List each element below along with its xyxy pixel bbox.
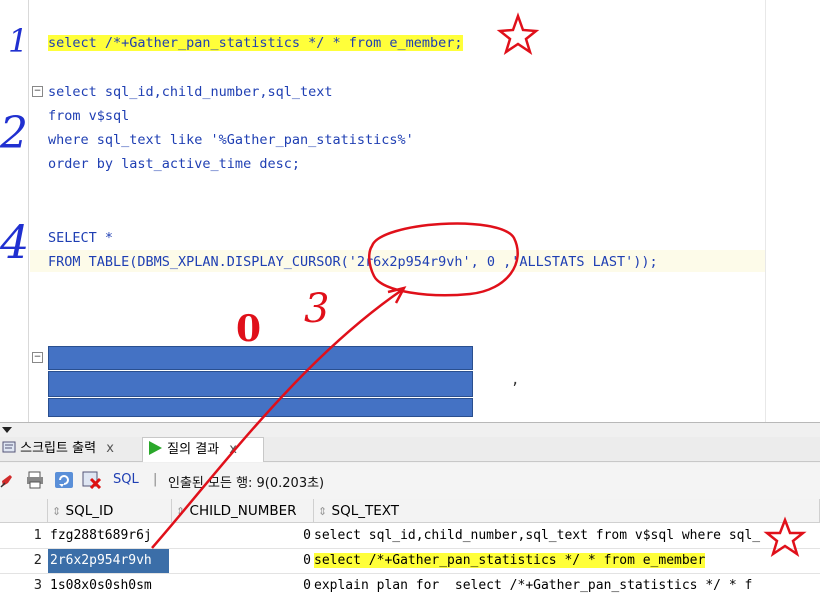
column-header-sql-text[interactable]: ⇕ SQL_TEXT [314,499,820,523]
row-divider [0,573,820,574]
collapse-icon[interactable] [0,425,24,435]
cell-sql-id[interactable]: 1s08x0s0sh0sm [48,573,172,598]
code-line-2[interactable]: select sql_id,child_number,sql_text [48,83,332,101]
column-header-child-number[interactable]: ⇕ CHILD_NUMBER [172,499,314,523]
redacted-bar-3 [48,398,473,417]
gutter-divider [28,0,29,422]
code-line-1[interactable]: select /*+Gather_pan_statistics */ * fro… [48,34,463,52]
cell-sql-text[interactable]: select /*+Gather_pan_statistics */ * fro… [314,548,820,573]
annotation-number-1: 1 [8,22,29,60]
output-panel: 스크립트 출력 x 질의 결과 x SQL | 인출된 모든 행: 9(0.20… [0,422,820,593]
sql-id-literal: '2r6x2p954r9vh' [348,254,471,270]
column-header-label: SQL_ID [65,503,114,519]
close-icon[interactable]: x [229,442,237,457]
panel-tabs: 스크립트 출력 x 질의 결과 x [0,437,820,462]
tab-query-result[interactable]: 질의 결과 x [142,437,264,462]
right-margin-line [765,0,766,422]
annotation-number-2: 2 [0,108,28,159]
result-grid[interactable]: ⇕ SQL_ID ⇕ CHILD_NUMBER ⇕ SQL_TEXT 1 fzg… [0,499,820,593]
redacted-bar-2 [48,371,473,397]
sort-icon: ⇕ [318,505,328,518]
cell-sql-text[interactable]: select sql_id,child_number,sql_text from… [314,523,820,548]
column-header-label: CHILD_NUMBER [189,503,297,519]
annotation-number-4: 4 [0,215,30,269]
sort-icon: ⇕ [52,505,62,518]
stray-comma: , [511,372,520,388]
code-line-7[interactable]: FROM TABLE(DBMS_XPLAN.DISPLAY_CURSOR('2r… [48,253,658,271]
sort-icon: ⇕ [176,505,186,518]
close-icon[interactable]: x [106,441,114,456]
fold-toggle-icon[interactable]: − [32,86,43,97]
highlighted-sql-text: select /*+Gather_pan_statistics */ * fro… [314,553,706,568]
pin-icon[interactable] [0,473,14,489]
cell-sql-text[interactable]: explain plan for select /*+Gather_pan_st… [314,573,820,598]
annotation-number-3: 3 [304,286,330,332]
run-icon [149,441,162,455]
sql-button[interactable]: SQL [113,472,139,487]
refresh-icon[interactable] [54,471,74,489]
cell-child-number[interactable]: 0 [172,523,314,548]
print-icon[interactable] [26,471,44,489]
code-fragment-from: FROM TABLE(DBMS_XPLAN.DISPLAY_CURSOR( [48,254,349,270]
code-line-6[interactable]: SELECT * [48,229,113,247]
column-header-label: SQL_TEXT [331,503,400,519]
cell-child-number[interactable]: 0 [172,573,314,598]
row-divider [0,548,820,549]
annotation-number-0: 0 [236,308,262,350]
fold-toggle-icon-2[interactable]: − [32,352,43,363]
cell-sql-id[interactable]: fzg288t689r6j [48,523,172,548]
result-toolbar: SQL | 인출된 모든 행: 9(0.203초) [0,463,820,499]
script-output-icon [2,441,16,453]
code-line-4[interactable]: where sql_text like '%Gather_pan_statist… [48,131,414,149]
cancel-query-icon[interactable] [82,471,102,489]
cell-child-number[interactable]: 0 [172,548,314,573]
row-number: 3 [33,578,42,593]
code-line-3[interactable]: from v$sql [48,107,129,125]
cell-sql-id-selected[interactable]: 2r6x2p954r9vh [48,549,169,573]
column-header-sql-id[interactable]: ⇕ SQL_ID [48,499,172,523]
highlighted-query: select /*+Gather_pan_statistics */ * fro… [48,35,463,51]
row-number-header [0,499,48,523]
tab-script-output[interactable]: 스크립트 출력 x [0,437,146,461]
tab-query-result-label: 질의 결과 [167,442,220,457]
sql-editor[interactable]: 1 2 4 select /*+Gather_pan_statistics */… [0,0,820,422]
row-number: 2 [33,553,42,568]
toolbar-separator: | [153,472,158,487]
code-fragment-args: , 0 ,'ALLSTATS LAST')); [470,254,658,270]
code-line-5[interactable]: order by last_active_time desc; [48,155,300,173]
row-number: 1 [33,528,42,543]
fetched-rows-status: 인출된 모든 행: 9(0.203초) [168,476,325,491]
tab-script-output-label: 스크립트 출력 [20,441,97,456]
